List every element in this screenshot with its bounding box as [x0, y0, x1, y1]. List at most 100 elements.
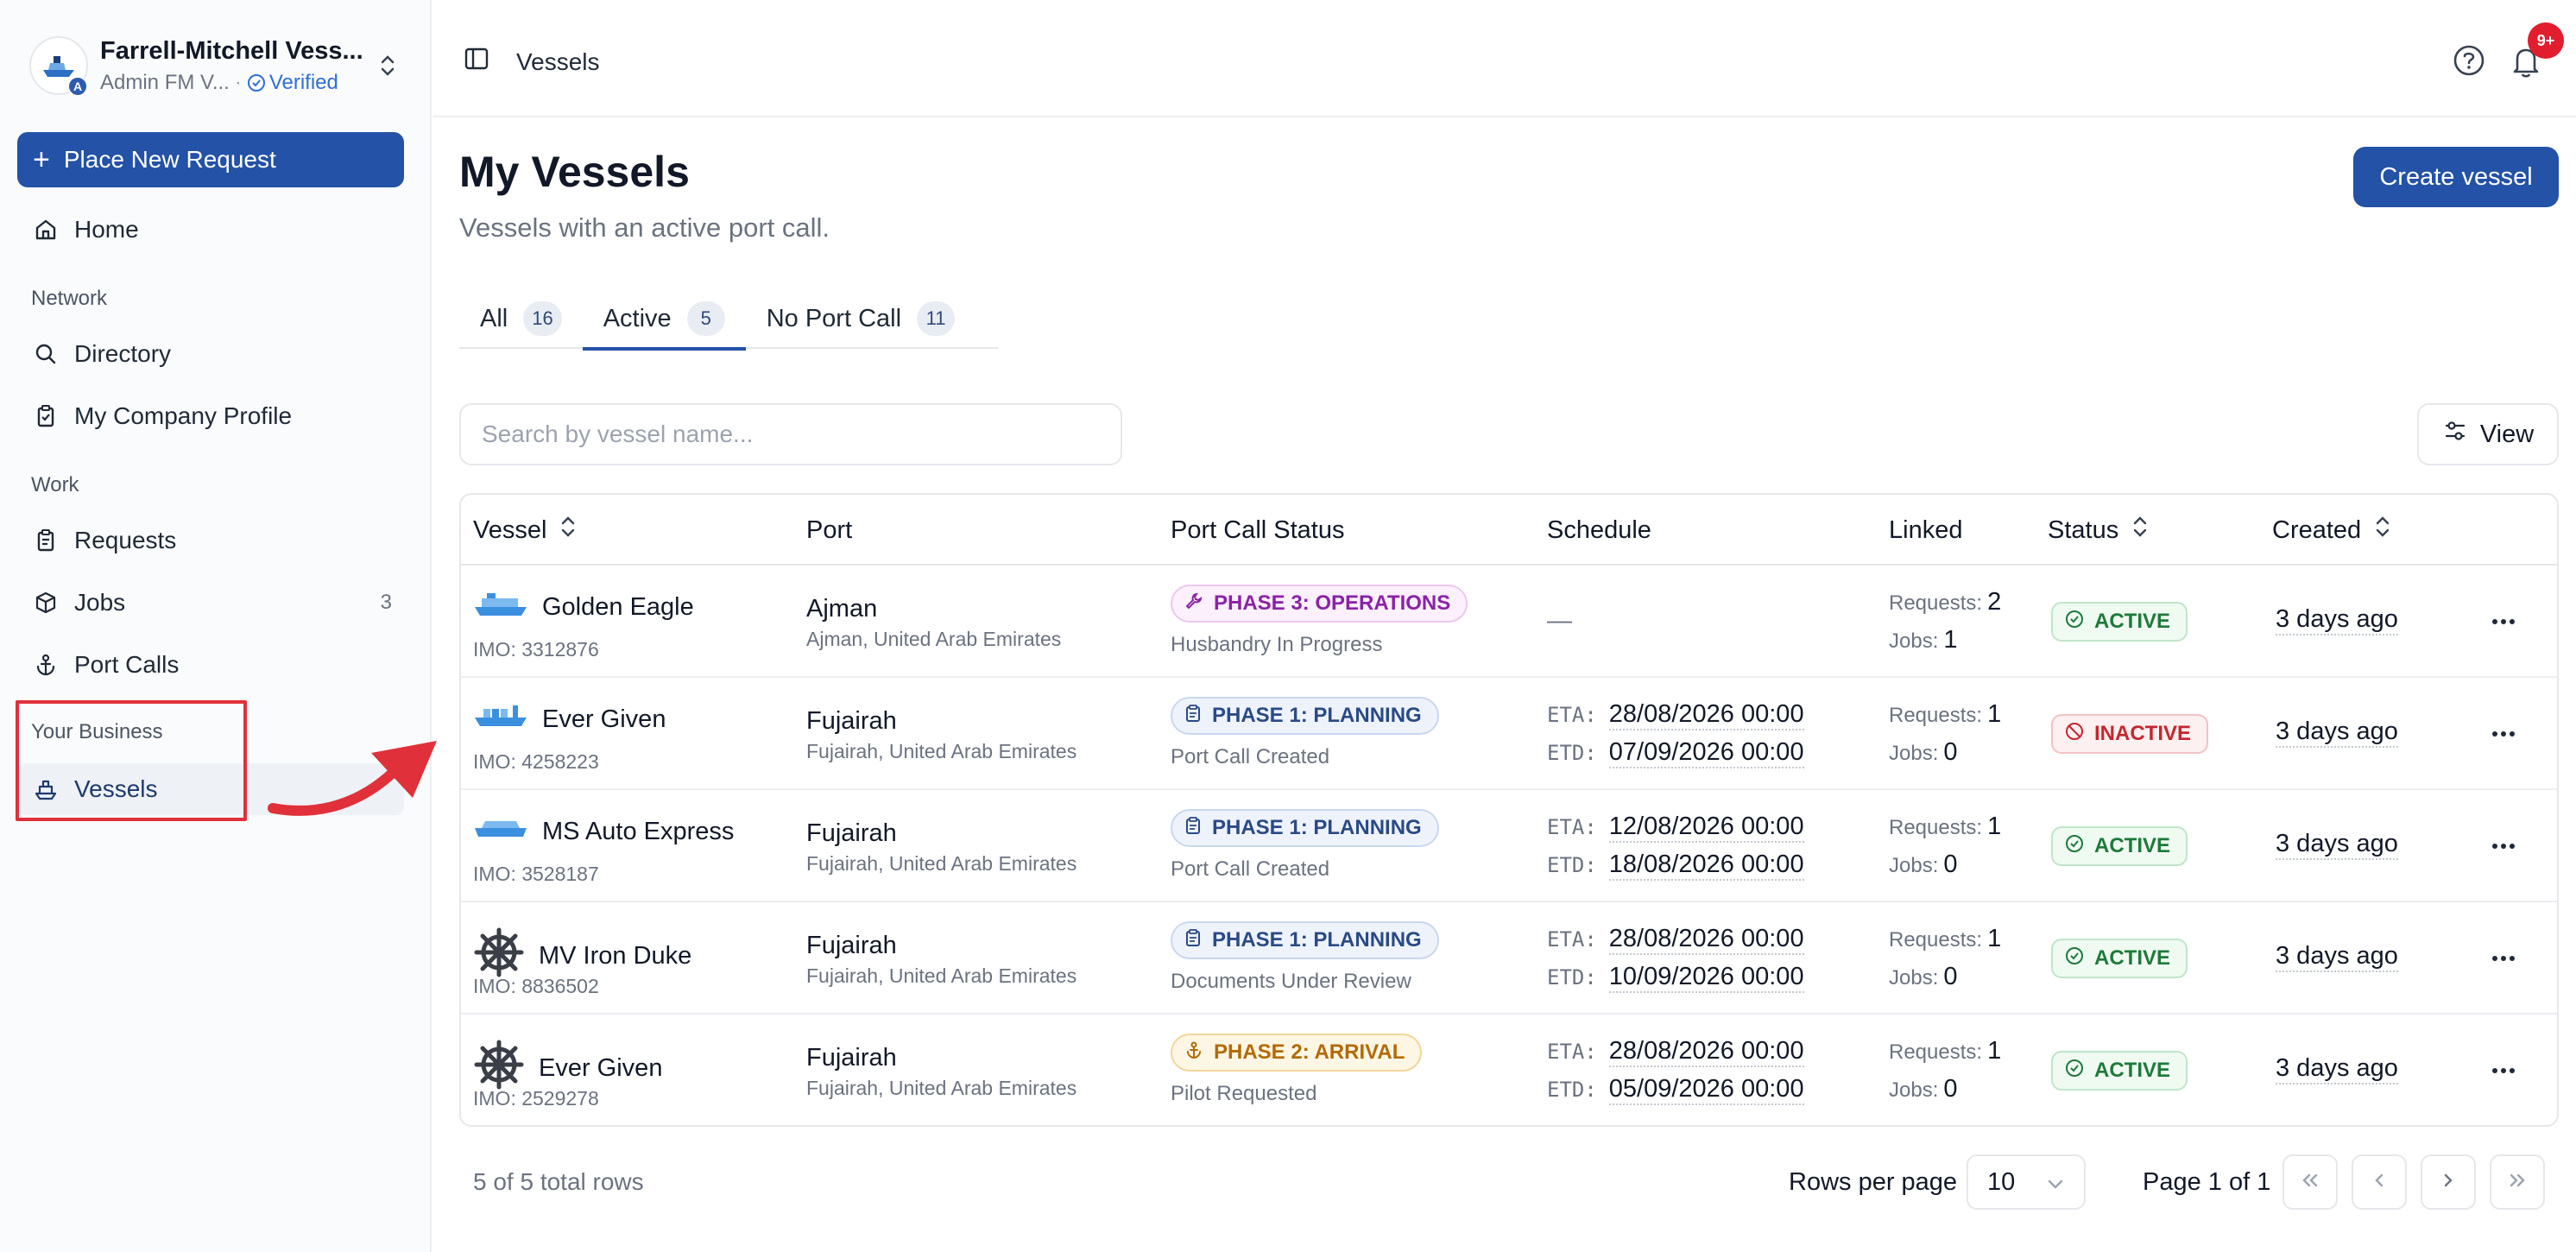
port-country: Fujairah, United Arab Emirates: [806, 964, 1077, 987]
vessels-table: Vessel Port Port Call Status Schedule Li…: [459, 493, 2559, 1127]
vessel-name: Golden Eagle: [542, 592, 694, 621]
org-switcher[interactable]: A Farrell-Mitchell Vess... Admin FM V...…: [29, 31, 401, 100]
more-actions-icon[interactable]: [2483, 826, 2524, 866]
search-input[interactable]: [459, 403, 1122, 465]
more-actions-icon[interactable]: [2483, 939, 2524, 978]
org-role: Admin FM V...: [100, 70, 230, 94]
clipboard-icon: [1184, 704, 1202, 729]
ship-icon: [33, 776, 59, 802]
sliders-icon: [2442, 418, 2468, 451]
phase-substatus: Port Call Created: [1171, 745, 1330, 768]
chevron-down-icon: [2046, 1168, 2065, 1197]
page-title: My Vessels: [459, 148, 690, 196]
vessel-name: MV Iron Duke: [539, 941, 692, 970]
sidebar-item-requests[interactable]: Requests: [17, 515, 404, 566]
tab-all[interactable]: All 16: [459, 288, 583, 349]
more-actions-icon[interactable]: [2483, 602, 2524, 642]
create-vessel-button[interactable]: Create vessel: [2353, 147, 2559, 207]
rows-per-page-label: Rows per page: [1789, 1168, 1958, 1196]
port-name: Fujairah: [806, 1044, 897, 1072]
tab-active[interactable]: Active 5: [582, 288, 746, 351]
check-circle-icon: [2065, 946, 2084, 971]
check-circle-icon: [247, 73, 265, 92]
table-row[interactable]: Ever Given IMO: 2529278 Fujairah Fujaira…: [461, 1015, 2557, 1125]
place-new-request-button[interactable]: + Place New Request: [17, 132, 404, 187]
schedule-etd: ETD: 07/09/2026 00:00: [1547, 738, 1804, 768]
chevron-right-icon: [2440, 1172, 2457, 1193]
port-country: Fujairah, United Arab Emirates: [806, 1077, 1077, 1099]
column-header-status[interactable]: Status: [2048, 495, 2150, 566]
view-button[interactable]: View: [2417, 403, 2559, 465]
check-circle-icon: [2065, 834, 2084, 859]
sort-icon: [559, 514, 578, 547]
linked-requests: Requests: 1: [1889, 700, 2002, 728]
table-row[interactable]: Ever Given IMO: 4258223 Fujairah Fujaira…: [461, 678, 2557, 790]
last-page-button[interactable]: [2490, 1154, 2545, 1210]
search-icon: [33, 341, 59, 367]
vessel-name: MS Auto Express: [542, 817, 735, 845]
more-actions-icon[interactable]: [2483, 714, 2524, 754]
phase-badge: PHASE 1: PLANNING: [1171, 921, 1439, 959]
vessel-imo: IMO: 2529278: [473, 1087, 599, 1110]
linked-jobs: Jobs: 0: [1889, 963, 1958, 990]
chevrons-right-icon: [2506, 1172, 2529, 1193]
column-header-created[interactable]: Created: [2272, 495, 2392, 566]
check-circle-icon: [2065, 610, 2084, 635]
created-date: 3 days ago: [2276, 942, 2398, 972]
topbar: Vessels 9+: [433, 0, 2576, 117]
vessel-name: Ever Given: [539, 1053, 663, 1082]
sort-icon: [2131, 514, 2150, 547]
check-circle-icon: [2065, 1059, 2084, 1084]
more-actions-icon[interactable]: [2483, 1051, 2524, 1091]
ferry-icon: [473, 814, 528, 849]
phase-badge: PHASE 3: OPERATIONS: [1171, 585, 1468, 623]
help-icon[interactable]: [2452, 43, 2486, 82]
linked-requests: Requests: 1: [1889, 925, 2002, 952]
sidebar-item-company-profile[interactable]: My Company Profile: [17, 390, 404, 442]
phase-badge: PHASE 1: PLANNING: [1171, 697, 1439, 735]
phase-badge: PHASE 1: PLANNING: [1171, 809, 1439, 847]
port-name: Ajman: [806, 595, 878, 623]
linked-requests: Requests: 2: [1889, 588, 2002, 616]
vessel-imo: IMO: 4258223: [473, 750, 599, 773]
prev-page-button[interactable]: [2352, 1154, 2407, 1210]
sidebar-item-directory[interactable]: Directory: [17, 328, 404, 380]
table-row[interactable]: Golden Eagle IMO: 3312876 Ajman Ajman, U…: [461, 566, 2557, 678]
org-name: Farrell-Mitchell Vess...: [100, 36, 363, 65]
schedule-eta: ETA: 28/08/2026 00:00: [1547, 1037, 1804, 1067]
vessel-imo: IMO: 3528187: [473, 863, 599, 885]
sidebar-toggle-icon[interactable]: [463, 45, 490, 77]
phase-substatus: Documents Under Review: [1171, 970, 1411, 993]
page-info: Page 1 of 1: [2143, 1168, 2271, 1196]
schedule-eta: ETA: 12/08/2026 00:00: [1547, 813, 1804, 843]
status-badge: ACTIVE: [2051, 1051, 2188, 1091]
schedule-empty: —: [1547, 607, 1572, 635]
linked-jobs: Jobs: 0: [1889, 850, 1958, 878]
table-header: Vessel Port Port Call Status Schedule Li…: [461, 495, 2557, 566]
tab-count: 5: [686, 301, 725, 336]
table-row[interactable]: MV Iron Duke IMO: 8836502 Fujairah Fujai…: [461, 902, 2557, 1015]
sidebar-item-home[interactable]: Home: [17, 204, 404, 256]
port-country: Ajman, United Arab Emirates: [806, 628, 1062, 650]
next-page-button[interactable]: [2421, 1154, 2476, 1210]
chevrons-up-down-icon[interactable]: [375, 48, 401, 83]
rows-per-page-select[interactable]: 10: [1967, 1154, 2086, 1210]
cargo-ship-icon: [473, 590, 528, 624]
sidebar-item-jobs[interactable]: Jobs 3: [17, 577, 404, 629]
vessel-imo: IMO: 3312876: [473, 638, 599, 661]
sidebar-item-port-calls[interactable]: Port Calls: [17, 639, 404, 691]
linked-jobs: Jobs: 0: [1889, 738, 1958, 766]
package-icon: [33, 590, 59, 616]
page-subtitle: Vessels with an active port call.: [459, 212, 830, 243]
first-page-button[interactable]: [2282, 1154, 2338, 1210]
schedule-eta: ETA: 28/08/2026 00:00: [1547, 925, 1804, 955]
phase-substatus: Port Call Created: [1171, 857, 1330, 881]
status-badge: INACTIVE: [2051, 714, 2209, 754]
notification-badge: 9+: [2528, 22, 2564, 59]
tab-count: 16: [523, 301, 562, 336]
section-work: Work: [31, 473, 79, 496]
status-badge: ACTIVE: [2051, 939, 2188, 978]
column-header-vessel[interactable]: Vessel: [473, 495, 578, 566]
table-row[interactable]: MS Auto Express IMO: 3528187 Fujairah Fu…: [461, 790, 2557, 902]
tab-no-port-call[interactable]: No Port Call 11: [746, 288, 975, 349]
